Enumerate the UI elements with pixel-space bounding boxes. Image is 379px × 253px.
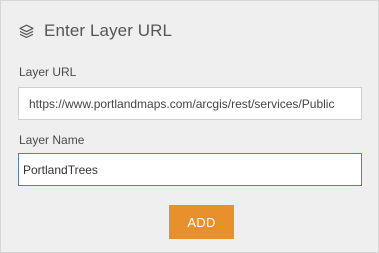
layer-url-input[interactable] — [18, 87, 362, 120]
layers-icon — [18, 23, 35, 40]
add-button[interactable]: ADD — [169, 205, 234, 239]
layer-name-input[interactable] — [18, 153, 362, 186]
layer-url-label: Layer URL — [19, 65, 77, 79]
panel-header: Enter Layer URL — [18, 18, 172, 44]
layer-name-label: Layer Name — [19, 133, 85, 147]
enter-layer-url-panel: Enter Layer URL Layer URL Layer Name ADD — [0, 0, 379, 253]
panel-title: Enter Layer URL — [44, 21, 173, 40]
